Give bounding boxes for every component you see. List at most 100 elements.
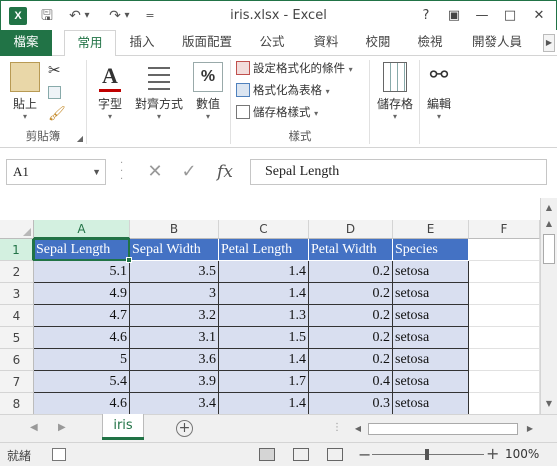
tab-developer[interactable]: 開發人員: [462, 30, 532, 56]
cut-icon[interactable]: ✂: [48, 60, 61, 80]
format-painter-icon[interactable]: 🖌: [48, 104, 66, 124]
table-cell[interactable]: 4.6: [34, 393, 130, 415]
table-cell[interactable]: setosa: [393, 371, 469, 393]
table-cell[interactable]: 3.6: [130, 349, 219, 371]
column-header[interactable]: A: [34, 220, 130, 239]
select-all-corner[interactable]: [0, 220, 34, 239]
table-cell[interactable]: setosa: [393, 349, 469, 371]
ribbon-scroll-right-icon[interactable]: ▶: [543, 34, 555, 52]
table-cell[interactable]: 0.2: [309, 283, 393, 305]
table-header-cell[interactable]: Sepal Width: [130, 239, 219, 261]
page-break-view-icon[interactable]: [327, 448, 343, 461]
table-header-cell[interactable]: Petal Width: [309, 239, 393, 261]
cells-button[interactable]: 儲存格 ▾: [373, 62, 417, 121]
empty-cell[interactable]: [469, 305, 540, 327]
fill-handle[interactable]: [126, 257, 132, 263]
page-layout-view-icon[interactable]: [293, 448, 309, 461]
table-cell[interactable]: 1.3: [219, 305, 309, 327]
table-cell[interactable]: 4.7: [34, 305, 130, 327]
table-cell[interactable]: setosa: [393, 261, 469, 283]
zoom-level[interactable]: 100%: [505, 447, 539, 461]
zoom-in-icon[interactable]: +: [486, 444, 499, 463]
table-cell[interactable]: 1.7: [219, 371, 309, 393]
empty-cell[interactable]: [469, 371, 540, 393]
column-header[interactable]: E: [393, 220, 469, 239]
sheet-next-icon[interactable]: ▶: [58, 422, 66, 433]
table-cell[interactable]: 1.4: [219, 393, 309, 415]
table-cell[interactable]: 0.2: [309, 349, 393, 371]
tab-split-grip-icon[interactable]: ⋮: [332, 422, 342, 433]
horizontal-scroll-thumb[interactable]: [368, 423, 518, 435]
add-sheet-icon[interactable]: +: [176, 420, 193, 437]
vertical-scrollbar[interactable]: ▲ ▲ ▼: [540, 198, 557, 414]
macro-record-icon[interactable]: [52, 448, 66, 461]
clipboard-launcher-icon[interactable]: ◢: [77, 134, 83, 143]
table-cell[interactable]: 3.2: [130, 305, 219, 327]
enter-icon[interactable]: ✓: [174, 159, 204, 185]
table-cell[interactable]: setosa: [393, 393, 469, 415]
table-cell[interactable]: 3.1: [130, 327, 219, 349]
table-cell[interactable]: 3.4: [130, 393, 219, 415]
table-cell[interactable]: 4.9: [34, 283, 130, 305]
table-cell[interactable]: 0.2: [309, 261, 393, 283]
column-header[interactable]: C: [219, 220, 309, 239]
empty-cell[interactable]: [469, 261, 540, 283]
row-header[interactable]: 1: [0, 239, 34, 261]
table-cell[interactable]: 0.2: [309, 327, 393, 349]
scroll-right-icon[interactable]: ▶: [524, 422, 536, 436]
table-cell[interactable]: 0.3: [309, 393, 393, 415]
row-header[interactable]: 3: [0, 283, 34, 305]
empty-cell[interactable]: [469, 283, 540, 305]
table-cell[interactable]: 1.4: [219, 261, 309, 283]
table-cell[interactable]: 0.4: [309, 371, 393, 393]
table-cell[interactable]: 5.1: [34, 261, 130, 283]
row-header[interactable]: 7: [0, 371, 34, 393]
table-cell[interactable]: 1.4: [219, 349, 309, 371]
empty-cell[interactable]: [469, 349, 540, 371]
number-button[interactable]: % 數值 ▾: [189, 62, 227, 121]
vertical-scroll-thumb[interactable]: [543, 234, 555, 264]
empty-cell[interactable]: [469, 327, 540, 349]
tab-home[interactable]: 常用: [64, 30, 116, 57]
row-header[interactable]: 4: [0, 305, 34, 327]
table-header-cell[interactable]: Species: [393, 239, 469, 261]
horizontal-scrollbar[interactable]: ◀ ▶: [352, 422, 537, 436]
alignment-button[interactable]: 對齊方式 ▾: [131, 62, 187, 121]
tab-review[interactable]: 校閱: [356, 30, 400, 56]
row-header[interactable]: 5: [0, 327, 34, 349]
name-box[interactable]: A1 ▼: [6, 159, 106, 185]
column-header[interactable]: B: [130, 220, 219, 239]
row-header[interactable]: 2: [0, 261, 34, 283]
conditional-formatting-button[interactable]: 設定格式化的條件 ▾: [236, 58, 353, 78]
table-cell[interactable]: setosa: [393, 305, 469, 327]
table-cell[interactable]: 3.9: [130, 371, 219, 393]
minimize-icon[interactable]: —: [470, 6, 494, 26]
formula-input[interactable]: Sepal Length: [250, 159, 547, 185]
zoom-slider-thumb[interactable]: [425, 449, 429, 460]
tab-view[interactable]: 檢視: [408, 30, 452, 56]
format-as-table-button[interactable]: 格式化為表格 ▾: [236, 80, 330, 100]
insert-function-icon[interactable]: fx: [210, 159, 240, 185]
restore-icon[interactable]: □: [498, 6, 522, 26]
normal-view-icon[interactable]: [259, 448, 275, 461]
table-cell[interactable]: 3.5: [130, 261, 219, 283]
table-cell[interactable]: 1.5: [219, 327, 309, 349]
table-cell[interactable]: 4.6: [34, 327, 130, 349]
editing-button[interactable]: ⚯ 編輯 ▾: [421, 62, 457, 121]
font-button[interactable]: A 字型 ▾: [91, 62, 129, 121]
table-cell[interactable]: setosa: [393, 283, 469, 305]
tab-page-layout[interactable]: 版面配置: [174, 30, 240, 56]
empty-cell[interactable]: [469, 239, 540, 261]
scroll-up-icon[interactable]: ▲: [541, 216, 557, 232]
cell-styles-button[interactable]: 儲存格樣式 ▾: [236, 102, 318, 122]
row-header[interactable]: 8: [0, 393, 34, 415]
table-header-cell[interactable]: Sepal Length: [34, 239, 130, 261]
close-icon[interactable]: ✕: [527, 6, 551, 26]
column-header[interactable]: D: [309, 220, 393, 239]
tab-file[interactable]: 檔案: [0, 30, 52, 56]
column-header[interactable]: F: [469, 220, 540, 239]
formula-bar-grip-icon[interactable]: · · ·: [120, 159, 126, 185]
table-cell[interactable]: 5.4: [34, 371, 130, 393]
copy-icon[interactable]: [48, 82, 64, 102]
sheet-prev-icon[interactable]: ◀: [30, 422, 38, 433]
